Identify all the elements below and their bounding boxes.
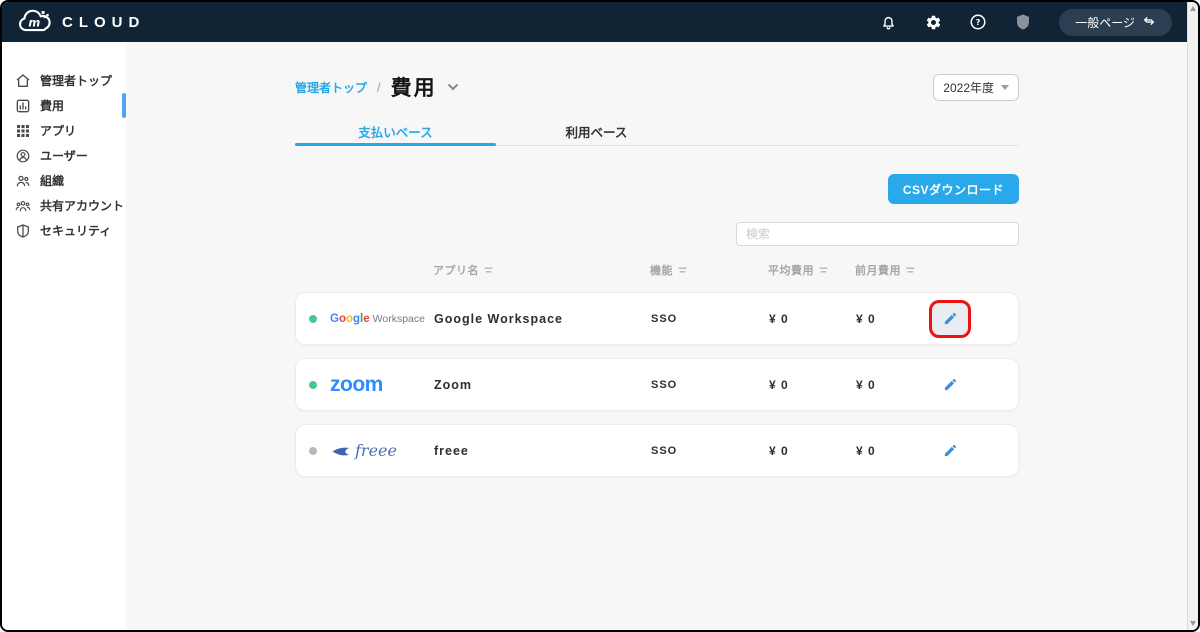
home-icon [15, 73, 31, 89]
status-dot [309, 314, 317, 323]
user-circle-icon [15, 148, 31, 164]
help-icon[interactable]: ? [969, 13, 987, 31]
sidebar-item-security[interactable]: セキュリティ [2, 218, 126, 243]
sidebar-item-users[interactable]: ユーザー [2, 143, 126, 168]
breadcrumb: 管理者トップ / 費用 2022年度 [295, 72, 1019, 102]
google-logo-letters: Google [330, 312, 370, 325]
avg-cost: ¥ 0 [769, 311, 789, 326]
notifications-bell-icon[interactable] [879, 13, 897, 31]
sidebar: 管理者トップ 費用 アプリ ユーザー 組織 共有アカウント セキュリティ [2, 42, 126, 630]
scroll-down-arrow-icon[interactable] [1190, 621, 1196, 626]
app-window: m CLOUD ? 一般ページ 管理者トップ 費用 アプリ ユーザー 組織 共有… [0, 0, 1200, 632]
edit-button[interactable] [932, 369, 968, 401]
status-dot [309, 380, 317, 389]
google-workspace-logo: Google Workspace [330, 312, 425, 325]
app-table-body: Google Workspace zoom freee Google Works… [295, 292, 1019, 477]
tab-label: 支払いベース [358, 126, 433, 140]
app-name: Google Workspace [434, 311, 563, 326]
settings-gear-icon[interactable] [924, 13, 942, 31]
sidebar-item-admin-top[interactable]: 管理者トップ [2, 68, 126, 93]
table-row: Google Workspace zoom freee Zoom SSO ¥ 0… [295, 358, 1019, 411]
tab-payment-base[interactable]: 支払いベース [295, 116, 496, 146]
tab-label: 利用ベース [565, 126, 628, 140]
brand-wordmark: CLOUD [62, 13, 146, 31]
search-input[interactable] [736, 222, 1019, 246]
group-icon [15, 198, 31, 214]
sidebar-item-label: 費用 [40, 99, 65, 113]
sort-icon [484, 267, 493, 273]
grid-icon [15, 123, 31, 139]
pencil-icon [944, 312, 956, 325]
sort-icon [678, 267, 687, 273]
tab-bar: 支払いベース 利用ベース [295, 116, 1019, 146]
sidebar-item-label: アプリ [40, 124, 77, 138]
app-name: freee [434, 443, 469, 458]
edit-button[interactable] [932, 435, 968, 467]
caret-down-icon [1001, 84, 1009, 90]
app-logo: Google Workspace zoom freee [330, 373, 434, 397]
column-header-function[interactable]: 機能 [650, 262, 768, 278]
people-icon [15, 173, 31, 189]
prev-month-cost: ¥ 0 [856, 311, 876, 326]
column-header-app-name[interactable]: アプリ名 [433, 262, 650, 278]
tab-usage-base[interactable]: 利用ベース [496, 116, 697, 145]
pencil-icon [944, 378, 956, 391]
table-header: アプリ名 機能 平均費用 前月費用 [295, 258, 1019, 282]
table-row: Google Workspace zoom freee freee SSO ¥ … [295, 424, 1019, 477]
status-dot [309, 446, 317, 455]
sidebar-item-shared-accounts[interactable]: 共有アカウント [2, 193, 126, 218]
sidebar-item-costs[interactable]: 費用 [2, 93, 126, 118]
app-name: Zoom [434, 377, 473, 392]
column-header-avg-cost[interactable]: 平均費用 [768, 262, 855, 278]
topbar: m CLOUD ? 一般ページ [2, 2, 1198, 42]
chevron-down-icon[interactable] [447, 83, 459, 91]
freee-logo: freee [330, 441, 397, 460]
sidebar-item-label: 組織 [40, 174, 65, 188]
chart-icon [15, 98, 31, 114]
app-function: SSO [651, 444, 678, 457]
app-function: SSO [651, 378, 678, 391]
app-logo: Google Workspace zoom freee [330, 441, 434, 460]
app-logo: Google Workspace zoom freee [330, 313, 434, 325]
svg-text:m: m [28, 16, 40, 30]
column-header-prev-month-cost[interactable]: 前月費用 [855, 262, 931, 278]
sort-icon [819, 267, 828, 273]
avatar-shield-icon[interactable] [1014, 13, 1032, 31]
main-content: 管理者トップ / 費用 2022年度 支払いベース 利用ベース CSVダウンロー… [126, 42, 1198, 630]
sidebar-item-apps[interactable]: アプリ [2, 118, 126, 143]
breadcrumb-separator: / [377, 79, 381, 95]
prev-month-cost: ¥ 0 [856, 443, 876, 458]
freee-bird-icon [332, 447, 349, 455]
brand-logo[interactable]: m CLOUD [16, 9, 145, 35]
scroll-up-arrow-icon[interactable] [1190, 6, 1196, 11]
page-switch-label: 一般ページ [1075, 15, 1135, 30]
avg-cost: ¥ 0 [769, 443, 789, 458]
sidebar-item-label: 管理者トップ [40, 74, 113, 88]
avg-cost: ¥ 0 [769, 377, 789, 392]
edit-button[interactable] [932, 302, 968, 335]
pencil-icon [944, 444, 956, 457]
app-function: SSO [651, 312, 678, 325]
sidebar-item-label: 共有アカウント [40, 199, 125, 213]
topbar-actions: ? 一般ページ [879, 8, 1172, 36]
page-title: 費用 [390, 77, 437, 100]
breadcrumb-parent-link[interactable]: 管理者トップ [295, 79, 367, 96]
sidebar-item-label: セキュリティ [40, 224, 112, 238]
sidebar-item-label: ユーザー [40, 149, 88, 163]
year-select[interactable]: 2022年度 [933, 73, 1019, 101]
page-switch-button[interactable]: 一般ページ [1059, 8, 1172, 36]
table-row: Google Workspace zoom freee Google Works… [295, 292, 1019, 345]
vertical-scrollbar[interactable] [1187, 2, 1198, 630]
zoom-logo: zoom [330, 372, 383, 396]
sidebar-item-organization[interactable]: 組織 [2, 168, 126, 193]
prev-month-cost: ¥ 0 [856, 377, 876, 392]
csv-download-button[interactable]: CSVダウンロード [887, 174, 1019, 204]
swap-arrows-icon [1142, 15, 1156, 30]
shield-icon [15, 223, 31, 239]
sort-icon [906, 267, 915, 273]
cloud-logo-icon: m [16, 9, 54, 35]
svg-text:?: ? [976, 17, 981, 27]
year-select-value: 2022年度 [943, 80, 994, 95]
